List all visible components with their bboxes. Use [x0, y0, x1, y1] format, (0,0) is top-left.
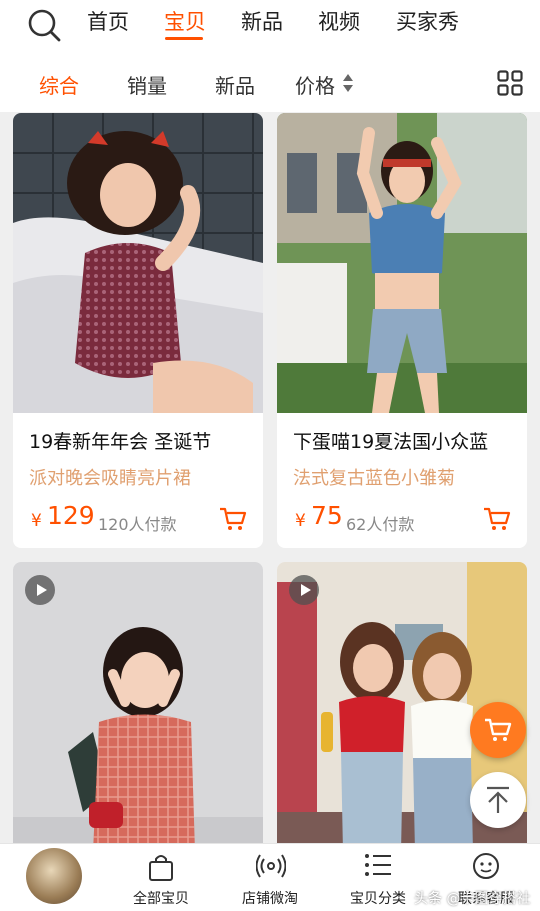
- product-title[interactable]: 下蛋喵19夏法国小众蓝: [293, 427, 488, 454]
- shop-avatar[interactable]: [26, 848, 82, 904]
- tab-products[interactable]: 宝贝: [164, 6, 206, 36]
- sort-bar: 综合 销量 新品 价格: [0, 52, 540, 112]
- sort-arrows-icon: [343, 74, 353, 92]
- currency-symbol: ¥: [295, 511, 306, 531]
- product-photo[interactable]: [13, 562, 263, 852]
- tab-home[interactable]: 首页: [87, 6, 129, 36]
- product-price: 129: [47, 501, 95, 530]
- bottom-item-all-products[interactable]: 全部宝贝: [113, 844, 209, 911]
- active-tab-indicator: [165, 37, 203, 40]
- service-face-icon: [473, 853, 499, 879]
- sold-count: 120人付款: [98, 515, 177, 534]
- tab-video[interactable]: 视频: [318, 6, 360, 36]
- bottom-item-categories[interactable]: 宝贝分类: [330, 844, 426, 911]
- broadcast-icon: [256, 854, 286, 878]
- bottom-item-label: 宝贝分类: [350, 891, 406, 907]
- product-card[interactable]: [13, 562, 263, 852]
- top-nav: 首页 宝贝 新品 视频 买家秀: [0, 0, 540, 52]
- sold-count: 62人付款: [346, 515, 415, 534]
- product-card[interactable]: 19春新年年会 圣诞节 派对晚会吸睛亮片裙 ¥ 129 120人付款: [13, 113, 263, 548]
- search-icon[interactable]: [26, 7, 62, 43]
- floating-cart-button[interactable]: [470, 702, 526, 758]
- bottom-item-weitao[interactable]: 店铺微淘: [222, 844, 318, 911]
- tab-new[interactable]: 新品: [241, 6, 283, 36]
- back-to-top-button[interactable]: [470, 772, 526, 828]
- bottom-bar: 全部宝贝 店铺微淘 宝贝分类 联系客服 头条 @卡图穿搭社: [0, 843, 540, 911]
- product-subtitle: 法式复古蓝色小雏菊: [293, 468, 455, 489]
- bottom-item-label: 全部宝贝: [133, 891, 189, 907]
- back-to-top-icon: [487, 786, 509, 813]
- list-icon: [365, 854, 391, 876]
- play-icon[interactable]: [289, 575, 319, 605]
- tab-buyer-show[interactable]: 买家秀: [396, 6, 459, 36]
- sort-new[interactable]: 新品: [215, 70, 255, 99]
- product-price: 75: [311, 501, 343, 530]
- currency-symbol: ¥: [31, 511, 42, 531]
- cart-icon[interactable]: [219, 506, 247, 532]
- cart-icon: [485, 718, 512, 741]
- play-icon[interactable]: [25, 575, 55, 605]
- product-photo[interactable]: [13, 113, 263, 413]
- grid-view-icon[interactable]: [497, 70, 523, 96]
- sort-overall[interactable]: 综合: [39, 70, 79, 99]
- product-title[interactable]: 19春新年年会 圣诞节: [29, 427, 211, 454]
- product-subtitle: 派对晚会吸睛亮片裙: [29, 468, 191, 489]
- bag-icon: [149, 855, 173, 881]
- product-photo[interactable]: [277, 113, 527, 413]
- sort-price[interactable]: 价格: [295, 70, 335, 99]
- watermark: 头条 @卡图穿搭社: [414, 891, 531, 907]
- sort-sales[interactable]: 销量: [127, 70, 167, 99]
- product-card[interactable]: 下蛋喵19夏法国小众蓝 法式复古蓝色小雏菊 ¥ 75 62人付款: [277, 113, 527, 548]
- bottom-item-label: 店铺微淘: [242, 891, 298, 907]
- cart-icon[interactable]: [483, 506, 511, 532]
